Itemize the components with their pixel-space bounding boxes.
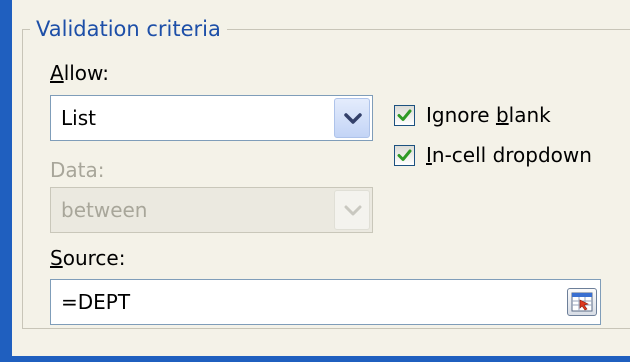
data-value: between	[61, 198, 148, 222]
collapse-dialog-button[interactable]	[567, 288, 597, 316]
data-dropdown: between	[50, 187, 373, 233]
allow-value: List	[61, 106, 96, 130]
source-input[interactable]: =DEPT	[50, 279, 601, 325]
checkmark-icon	[397, 149, 412, 161]
data-label: Data:	[50, 158, 105, 182]
source-label: Source:	[50, 246, 126, 270]
in-cell-dropdown-checkbox[interactable]	[394, 145, 415, 166]
ignore-blank-label[interactable]: Ignore blank	[426, 102, 551, 128]
allow-dropdown[interactable]: List	[50, 95, 373, 141]
allow-dropdown-button[interactable]	[334, 98, 370, 138]
group-title: Validation criteria	[30, 15, 227, 43]
checkmark-icon	[397, 109, 412, 121]
in-cell-dropdown-label[interactable]: In-cell dropdown	[426, 142, 592, 168]
collapse-dialog-icon	[571, 292, 593, 312]
chevron-down-icon	[344, 205, 362, 216]
data-dropdown-button	[334, 190, 370, 230]
chevron-down-icon	[344, 113, 362, 124]
allow-label: Allow:	[50, 61, 110, 85]
source-value: =DEPT	[61, 290, 131, 314]
ignore-blank-checkbox[interactable]	[394, 105, 415, 126]
